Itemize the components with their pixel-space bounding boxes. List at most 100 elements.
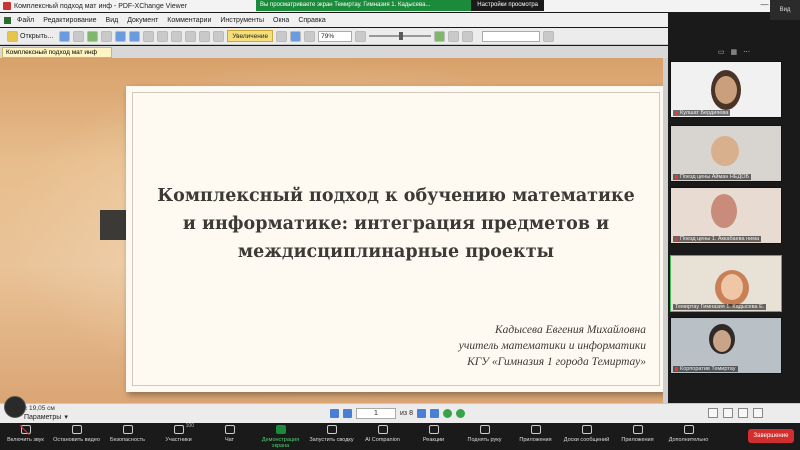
summary-button[interactable]: Запустить сводку (306, 423, 357, 448)
panel-header: ▭ ▦ ⋯ (668, 45, 800, 59)
view-options-button[interactable]: Настройки просмотра (471, 0, 544, 11)
menu-tools[interactable]: Инструменты (220, 17, 264, 24)
menu-help[interactable]: Справка (298, 17, 325, 24)
scan-icon[interactable] (101, 30, 113, 42)
meeting-controls: Включить звук Остановить видео Безопасно… (0, 423, 800, 450)
more-button[interactable]: Дополнительно (663, 423, 714, 448)
hand-tool-icon[interactable] (171, 30, 183, 42)
gallery-view-icon[interactable]: ▦ (731, 48, 738, 56)
document-tabs: Комплексный подход мат инф (0, 46, 668, 58)
author-name: Кадысева Евгения Михайловна (494, 324, 646, 336)
screen-share-banner: Вы просматриваете экран Темиртау. Гимназ… (256, 0, 544, 11)
actual-size-icon[interactable] (276, 30, 288, 42)
redo-icon[interactable] (157, 30, 169, 42)
speaker-view-icon[interactable]: ▭ (718, 48, 725, 56)
menu-view[interactable]: Вид (106, 17, 119, 24)
app-icon (3, 2, 11, 10)
unmute-button[interactable]: Включить звук (0, 423, 51, 448)
options-button[interactable]: Параметры ▾ (24, 413, 68, 422)
fit-page-icon[interactable] (290, 30, 302, 42)
tab-document[interactable]: Комплексный подход мат инф (2, 47, 112, 58)
print-icon[interactable] (73, 30, 85, 42)
select-text-icon[interactable] (185, 30, 197, 42)
screen: Комплексный подход мат инф - PDF-XChange… (0, 0, 800, 450)
zoom-level-field[interactable]: 79% (318, 30, 353, 42)
menu-file[interactable]: Файл (17, 17, 34, 24)
sparkle-icon (377, 425, 388, 434)
snapshot-icon[interactable] (199, 30, 211, 42)
share-screen-button[interactable]: Демонстрация экрана (255, 423, 306, 449)
slide-title-line: и информатике: интеграция предметов и (182, 214, 610, 234)
fit-width-icon[interactable] (304, 30, 316, 42)
apps-icon (530, 425, 541, 434)
whiteboards-button[interactable]: Доски сообщений (561, 423, 612, 448)
app-menu-icon[interactable] (4, 16, 11, 24)
participants-count: 100 (185, 423, 194, 429)
summary-icon (326, 425, 337, 434)
participant-tile[interactable]: Поезд цены Айман НЕДОБ (670, 125, 782, 182)
participant-name: Кулшат Бердияева (673, 110, 731, 116)
apps-button[interactable]: Приложения (510, 423, 561, 448)
highlight-icon[interactable] (462, 30, 474, 42)
mic-muted-icon (675, 110, 678, 115)
search-input[interactable] (482, 30, 541, 42)
cursor-coordinates: x 19,05 см (24, 405, 55, 412)
apps-button-2[interactable]: Приложения (612, 423, 663, 448)
first-page-icon[interactable] (330, 409, 339, 418)
zoom-tool-button[interactable]: Увеличение (227, 30, 274, 42)
chat-button[interactable]: Чат (204, 423, 255, 448)
open-button[interactable]: Открыть... (4, 30, 56, 42)
email-icon[interactable] (87, 30, 99, 42)
zoom-slider[interactable] (369, 32, 432, 40)
view-button[interactable]: Вид (770, 0, 800, 20)
minimize-icon[interactable]: — (760, 0, 768, 9)
security-button[interactable]: Безопасность (102, 423, 153, 448)
end-meeting-button[interactable]: Завершение (748, 429, 794, 443)
slide-page: Комплексный подход к обучению математике… (126, 86, 666, 392)
participant-name: Поезд цены Айман НЕДОБ (673, 174, 752, 180)
last-page-icon[interactable] (429, 409, 439, 418)
more-icon[interactable]: ⋯ (743, 48, 750, 56)
zoom-in-icon[interactable] (434, 30, 446, 42)
page-number-input[interactable]: 1 (356, 408, 396, 419)
rotate-icon[interactable] (213, 30, 225, 42)
mic-muted-icon (675, 174, 678, 179)
raise-hand-button[interactable]: Поднять руку (459, 423, 510, 448)
menu-windows[interactable]: Окна (273, 17, 289, 24)
single-page-icon[interactable] (708, 408, 718, 418)
back-view-icon[interactable] (442, 409, 452, 418)
continuous-facing-icon[interactable] (753, 408, 763, 418)
undo-icon[interactable] (143, 30, 155, 42)
participant-tile-active[interactable]: Темиртау Гимназия 1. Кадысева Е. (670, 255, 782, 312)
continuous-icon[interactable] (723, 408, 733, 418)
participant-tile[interactable]: Кулшат Бердияева (670, 61, 782, 118)
participants-button[interactable]: 100 Участники (153, 423, 204, 448)
menu-document[interactable]: Документ (127, 17, 158, 24)
forward-icon[interactable] (129, 30, 141, 42)
forward-view-icon[interactable] (455, 409, 465, 418)
next-page-icon[interactable] (416, 409, 426, 418)
document-canvas[interactable]: Комплексный подход к обучению математике… (0, 58, 668, 403)
menu-edit[interactable]: Редактирование (43, 17, 96, 24)
save-icon[interactable] (59, 30, 71, 42)
participant-tile[interactable]: Корпоратив Темиртау (670, 317, 782, 374)
options-label: Параметры (24, 413, 62, 421)
search-icon[interactable] (543, 30, 555, 42)
reactions-button[interactable]: Реакции (408, 423, 459, 448)
zoom-out-icon[interactable] (355, 30, 367, 42)
page-count: из 8 (400, 410, 413, 417)
participant-face (711, 194, 737, 228)
participant-name: Темиртау Гимназия 1. Кадысева Е. (673, 304, 767, 310)
stop-video-button[interactable]: Остановить видео (51, 423, 102, 448)
menu-comments[interactable]: Комментарии (167, 17, 211, 24)
comment-icon[interactable] (448, 30, 460, 42)
prev-page-icon[interactable] (343, 409, 352, 418)
ai-companion-button[interactable]: AI Companion (357, 423, 408, 448)
zoom-slider-knob[interactable] (399, 32, 404, 40)
people-icon (173, 425, 184, 434)
avatar (4, 396, 26, 418)
participant-tile[interactable]: Поезд цены 1. Аккабаева нима (670, 187, 782, 244)
facing-icon[interactable] (738, 408, 748, 418)
back-icon[interactable] (115, 30, 127, 42)
participant-name: Корпоратив Темиртау (673, 366, 738, 372)
